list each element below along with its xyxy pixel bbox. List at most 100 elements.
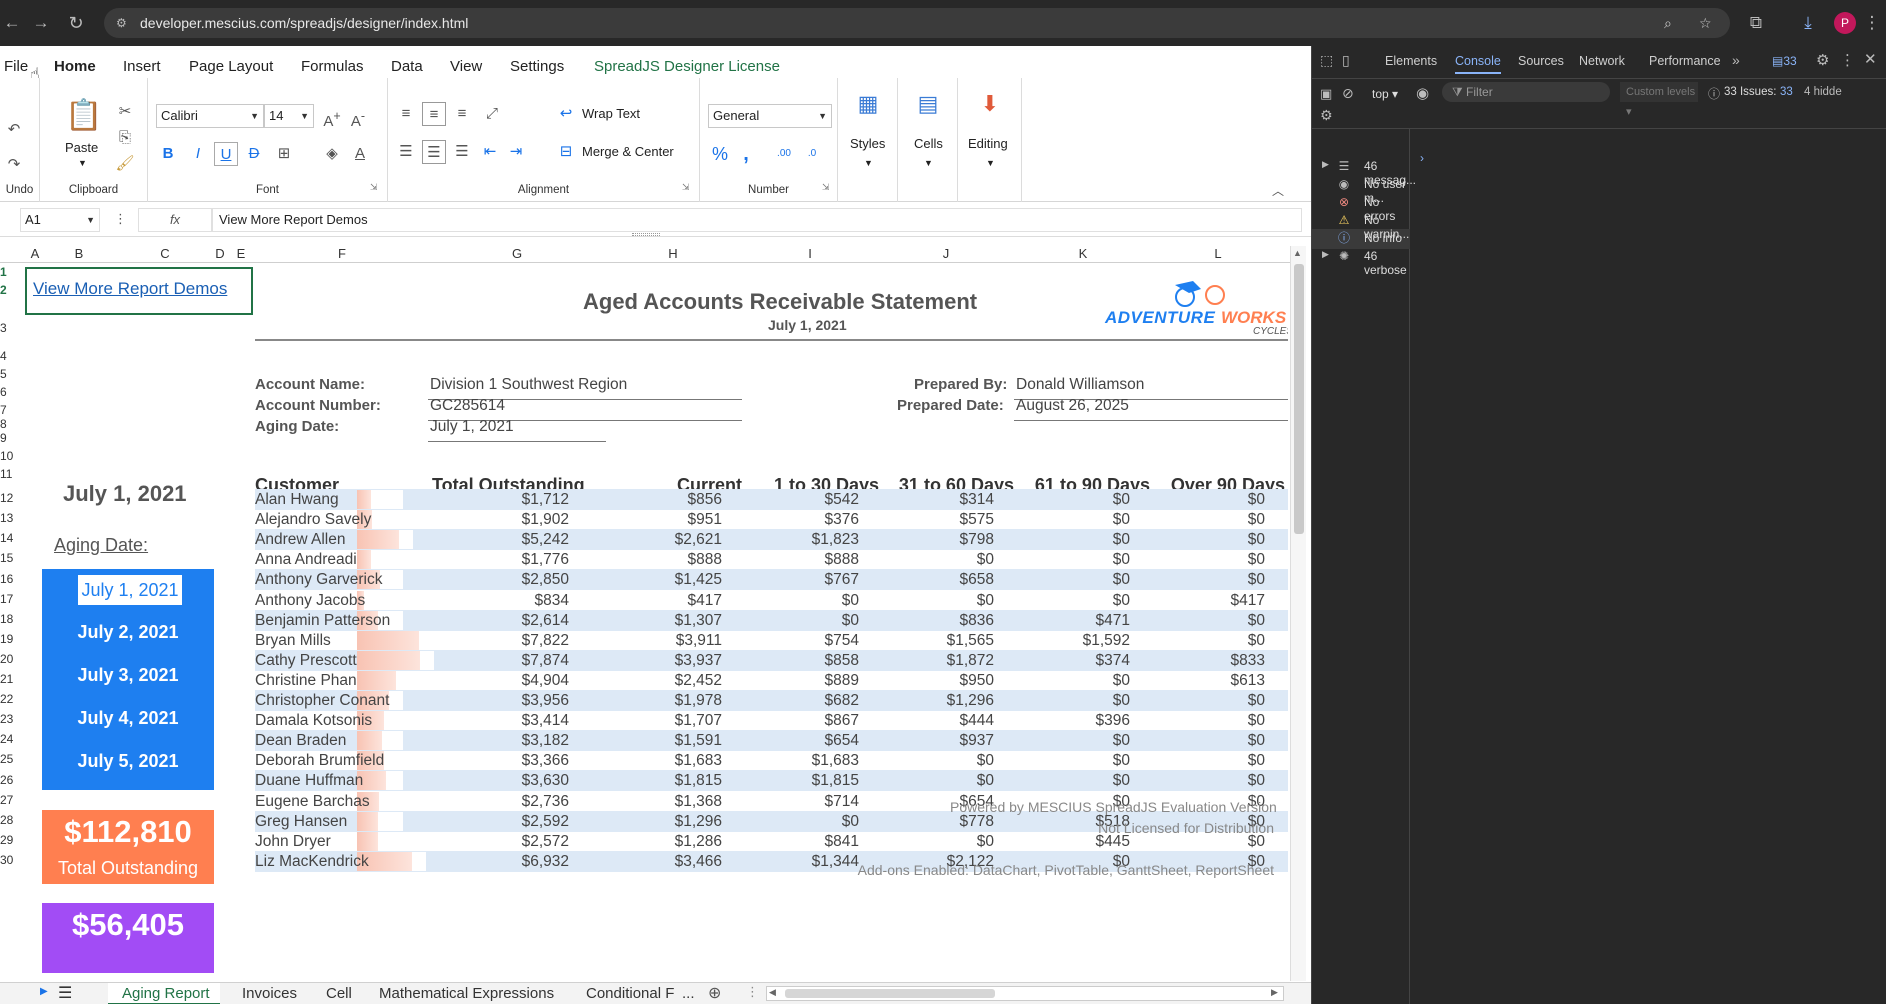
amount-cell[interactable]: $7,874: [429, 652, 569, 670]
amount-cell[interactable]: $376: [719, 511, 859, 529]
amount-cell[interactable]: $417: [582, 592, 722, 610]
more-tabs-icon[interactable]: »: [1732, 52, 1740, 68]
scroll-up-icon[interactable]: ▲: [1293, 248, 1302, 258]
customer-cell[interactable]: Anna Andreadi: [255, 551, 357, 569]
tab-overflow[interactable]: ...: [682, 985, 695, 1002]
menu-page-layout[interactable]: Page Layout: [189, 58, 273, 75]
amount-cell[interactable]: $0: [990, 592, 1130, 610]
bold-icon[interactable]: B: [156, 142, 180, 166]
amount-cell[interactable]: $950: [854, 672, 994, 690]
log-levels-select[interactable]: Custom levels ▾: [1620, 82, 1698, 118]
amount-cell[interactable]: $3,366: [429, 752, 569, 770]
row-header-1[interactable]: 1: [0, 265, 20, 279]
extensions-icon[interactable]: ⧉: [1744, 11, 1768, 35]
clear-console-icon[interactable]: ⊘: [1342, 85, 1354, 102]
customer-cell[interactable]: Dean Braden: [255, 732, 346, 750]
amount-cell[interactable]: $1,296: [854, 692, 994, 710]
wrap-text-icon[interactable]: ↩: [554, 102, 578, 126]
amount-cell[interactable]: $0: [1125, 772, 1265, 790]
vertical-scrollbar[interactable]: ▲ ▼: [1290, 246, 1306, 981]
devtools-tab-performance[interactable]: Performance: [1649, 54, 1721, 68]
undo-icon[interactable]: ↶: [2, 118, 26, 142]
date-button-5[interactable]: July 5, 2021: [42, 743, 214, 779]
amount-cell[interactable]: $2,621: [582, 531, 722, 549]
cut-icon[interactable]: ✂: [113, 100, 137, 124]
increase-decimal-icon[interactable]: .00: [772, 142, 796, 166]
customer-cell[interactable]: Deborah Brumfield: [255, 752, 384, 770]
amount-cell[interactable]: $3,466: [582, 853, 722, 871]
align-middle-icon[interactable]: ≡: [422, 102, 446, 126]
issues-badge[interactable]: ▤33: [1772, 54, 1797, 68]
orientation-icon[interactable]: ⤢: [480, 102, 504, 126]
paste-dropdown-icon[interactable]: ▼: [78, 158, 87, 168]
horizontal-scroll-thumb[interactable]: [785, 989, 995, 998]
devtools-tab-console[interactable]: Console: [1455, 54, 1501, 74]
amount-cell[interactable]: $0: [990, 752, 1130, 770]
menu-home[interactable]: Home: [54, 58, 96, 75]
align-bottom-icon[interactable]: ≡: [450, 102, 474, 126]
row-header-16[interactable]: 16: [0, 572, 20, 586]
customer-cell[interactable]: Greg Hansen: [255, 813, 347, 831]
amount-cell[interactable]: $0: [719, 612, 859, 630]
amount-cell[interactable]: $834: [429, 592, 569, 610]
column-header-I[interactable]: I: [803, 246, 817, 261]
row-header-20[interactable]: 20: [0, 652, 20, 666]
amount-cell[interactable]: $889: [719, 672, 859, 690]
date-button-4[interactable]: July 4, 2021: [42, 700, 214, 736]
all-sheets-menu-icon[interactable]: ☰: [58, 983, 72, 1003]
expand-messages-icon[interactable]: ▶: [1322, 159, 1329, 170]
styles-icon[interactable]: ▦: [854, 92, 882, 120]
strikethrough-icon[interactable]: D: [242, 142, 266, 166]
row-header-10[interactable]: 10: [0, 449, 20, 463]
merge-center-icon[interactable]: ⊟: [554, 140, 578, 164]
amount-cell[interactable]: $1,296: [582, 813, 722, 831]
amount-cell[interactable]: $1,565: [854, 632, 994, 650]
menu-license[interactable]: SpreadJS Designer License: [594, 58, 780, 75]
percent-icon[interactable]: %: [708, 142, 732, 166]
paste-label[interactable]: Paste: [65, 140, 98, 155]
customer-cell[interactable]: Andrew Allen: [255, 531, 345, 549]
cells-button[interactable]: Cells: [914, 136, 943, 151]
column-header-E[interactable]: E: [234, 246, 248, 261]
amount-cell[interactable]: $0: [990, 732, 1130, 750]
underline-icon[interactable]: U: [214, 142, 238, 166]
view-more-demos-link[interactable]: View More Report Demos: [33, 279, 227, 299]
amount-cell[interactable]: $2,850: [429, 571, 569, 589]
amount-cell[interactable]: $951: [582, 511, 722, 529]
amount-cell[interactable]: $0: [1125, 732, 1265, 750]
more-options-icon[interactable]: ⋮: [114, 211, 127, 227]
column-header-L[interactable]: L: [1211, 246, 1225, 261]
sidebar-toggle-icon[interactable]: ▣: [1320, 86, 1332, 102]
amount-cell[interactable]: $0: [1125, 511, 1265, 529]
amount-cell[interactable]: $0: [854, 752, 994, 770]
amount-cell[interactable]: $856: [582, 491, 722, 509]
amount-cell[interactable]: $888: [719, 551, 859, 569]
merge-center-button[interactable]: Merge & Center: [582, 144, 674, 159]
wrap-text-button[interactable]: Wrap Text: [582, 106, 640, 121]
editing-dropdown-icon[interactable]: ▼: [986, 158, 995, 168]
console-filter-input[interactable]: ⧩ Filter: [1442, 82, 1610, 102]
amount-cell[interactable]: $0: [1125, 551, 1265, 569]
row-header-8[interactable]: 8: [0, 417, 20, 431]
live-expression-eye-icon[interactable]: ◉: [1416, 84, 1429, 102]
customer-cell[interactable]: Anthony Jacobs: [255, 592, 365, 610]
customer-cell[interactable]: Bryan Mills: [255, 632, 331, 650]
console-settings-icon[interactable]: ⚙: [1320, 107, 1333, 124]
align-top-icon[interactable]: ≡: [394, 102, 418, 126]
column-header-H[interactable]: H: [666, 246, 680, 261]
tab-nav-next-icon[interactable]: ▶: [40, 986, 48, 997]
tab-splitter-icon[interactable]: ⋮: [746, 984, 759, 1000]
menu-data[interactable]: Data: [391, 58, 423, 75]
devtools-tab-sources[interactable]: Sources: [1518, 54, 1564, 68]
amount-cell[interactable]: $0: [854, 772, 994, 790]
amount-cell[interactable]: $0: [990, 491, 1130, 509]
amount-cell[interactable]: $0: [990, 551, 1130, 569]
amount-cell[interactable]: $2,572: [429, 833, 569, 851]
font-name-select[interactable]: Calibri ▼: [156, 104, 264, 128]
row-header-21[interactable]: 21: [0, 672, 20, 686]
bookmark-star-icon[interactable]: ☆: [1699, 8, 1712, 38]
customer-cell[interactable]: Eugene Barchas: [255, 793, 370, 811]
amount-cell[interactable]: $374: [990, 652, 1130, 670]
amount-cell[interactable]: $858: [719, 652, 859, 670]
row-header-14[interactable]: 14: [0, 531, 20, 545]
